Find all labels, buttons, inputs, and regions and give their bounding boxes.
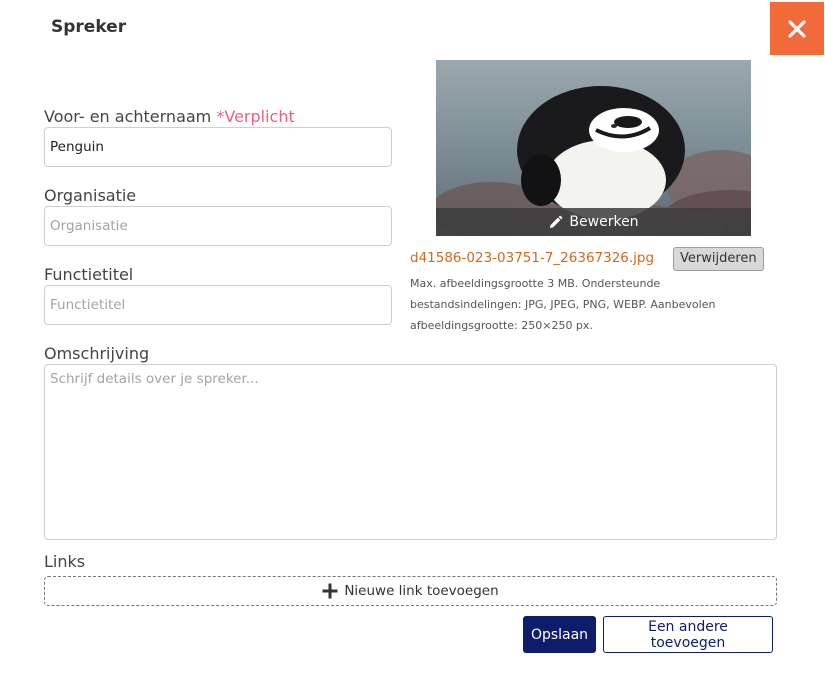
organization-input[interactable] (44, 206, 392, 246)
pencil-icon (550, 215, 563, 228)
name-label-text: Voor- en achternaam (44, 107, 212, 126)
links-label: Links (44, 552, 86, 571)
add-another-button[interactable]: Een andere toevoegen (603, 616, 773, 653)
name-label: Voor- en achternaam *Verplicht (44, 107, 295, 126)
job-title-label: Functietitel (44, 265, 134, 284)
remove-photo-button[interactable]: Verwijderen (673, 247, 764, 271)
edit-photo-label: Bewerken (569, 214, 639, 230)
close-button[interactable] (770, 2, 824, 55)
job-title-input[interactable] (44, 285, 392, 325)
plus-icon (322, 583, 338, 599)
name-input[interactable] (44, 127, 392, 167)
required-indicator: *Verplicht (216, 107, 295, 126)
add-link-button[interactable]: Nieuwe link toevoegen (44, 576, 777, 606)
organization-label: Organisatie (44, 186, 137, 205)
photo-filename: d41586-023-03751-7_26367326.jpg (410, 250, 655, 266)
description-textarea[interactable] (44, 364, 777, 540)
close-icon (788, 19, 806, 38)
description-label: Omschrijving (44, 344, 150, 363)
speaker-photo: Bewerken (436, 60, 751, 236)
edit-photo-button[interactable]: Bewerken (436, 208, 751, 236)
save-button[interactable]: Opslaan (523, 616, 596, 653)
dialog-title: Spreker (51, 17, 127, 37)
photo-help-text: Max. afbeeldingsgrootte 3 MB. Ondersteun… (410, 277, 716, 332)
speaker-dialog: Spreker Voor- en achternaam *Verplicht O… (0, 0, 825, 680)
add-link-label: Nieuwe link toevoegen (344, 583, 499, 599)
